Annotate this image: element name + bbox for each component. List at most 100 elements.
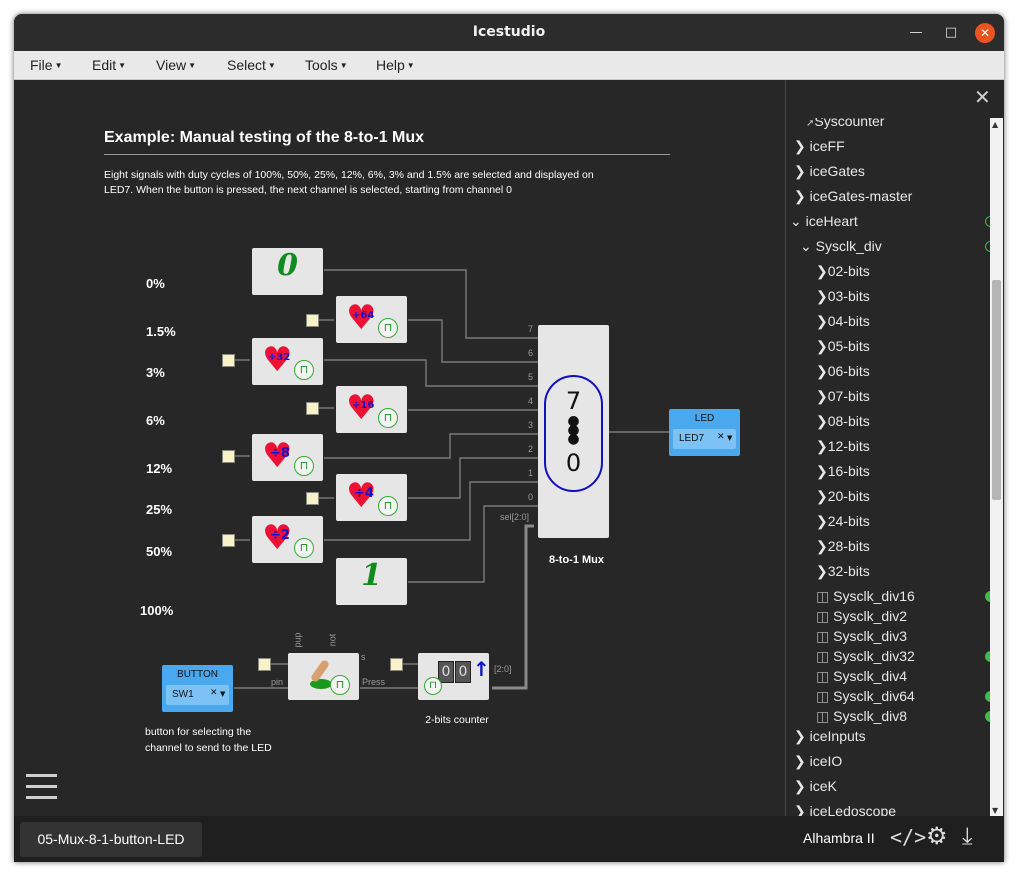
scroll-up-icon[interactable]: ▲ [992,120,998,129]
tree-row-sysclk-div16[interactable]: ◫ Sysclk_div16 [816,585,990,607]
dropdown-icon[interactable]: ▼ [727,434,732,442]
design-canvas[interactable]: Example: Manual testing of the 8-to-1 Mu… [14,80,784,816]
tree-row-05-bits[interactable]: ❯05-bits [816,335,870,357]
divider-8-block[interactable]: ♥ ÷8 ⊓ [252,434,323,481]
clk-pin[interactable] [306,492,319,505]
tree-row-12-bits[interactable]: ❯12-bits [816,435,870,457]
clk-pin[interactable] [222,354,235,367]
tree-row-sysclk-div2[interactable]: ◫ Sysclk_div2 [816,605,907,627]
tree-row-iceheart[interactable]: ⌄ iceHeart [790,210,990,232]
tree-row-24-bits[interactable]: ❯24-bits [816,510,870,532]
tree-row-04-bits[interactable]: ❯04-bits [816,310,870,332]
menu-view[interactable]: View ▼ [156,57,196,73]
divider-32-block[interactable]: ♥ ÷32 ⊓ [252,338,323,385]
tree-row-16-bits[interactable]: ❯16-bits [816,460,870,482]
clk-pin[interactable] [222,450,235,463]
chevron-right-icon: ❯ [816,513,828,529]
tree-row-06-bits[interactable]: ❯06-bits [816,360,870,382]
clk-pin[interactable] [390,658,403,671]
board-name[interactable]: Alhambra II [803,830,875,846]
divider-4-block[interactable]: ♥ ÷4 ⊓ [336,474,407,521]
scroll-down-icon[interactable]: ▼ [992,806,998,815]
tree-row-icegates[interactable]: ❯ iceGates [794,160,865,182]
chevron-right-icon: ❯ [816,463,828,479]
debounce-press-label: Press [362,677,386,687]
button-press-block[interactable]: ⊓ [288,653,359,700]
wire-25pct [408,457,538,499]
divider-4-label: ÷4 [354,486,374,501]
divider-2-block[interactable]: ♥ ÷2 ⊓ [252,516,323,563]
button-pin-select[interactable]: SW1 ✕ ▼ [166,685,229,705]
hamburger-menu-icon[interactable] [26,774,57,800]
menu-edit[interactable]: Edit ▼ [92,57,126,73]
tree-row-sysclk-div64[interactable]: ◫ Sysclk_div64 [816,685,990,707]
mux-input-1: 1 [528,468,533,478]
clear-icon[interactable]: ✕ [717,432,725,442]
dropdown-icon[interactable]: ▼ [220,690,225,698]
caret-down-icon: ▼ [188,61,197,70]
button-title: BUTTON [177,669,218,680]
chevron-right-icon: ❯ [794,778,806,794]
close-window-icon[interactable]: ✕ [975,23,995,43]
tree-row-iceledoscope[interactable]: ❯ iceLedoscope [794,800,896,816]
upload-download-icon[interactable]: ⤓ [962,822,973,850]
chevron-right-icon: ❯ [816,538,828,554]
tree-row-32-bits[interactable]: ❯32-bits [816,560,870,582]
const-one-block[interactable]: 1 [336,558,407,605]
tree-row-08-bits[interactable]: ❯08-bits [816,410,870,432]
tree-row-07-bits[interactable]: ❯07-bits [816,385,870,407]
tree-row-03-bits[interactable]: ❯03-bits [816,285,870,307]
chevron-right-icon: ❯ [816,413,828,429]
window-title: Icestudio [472,24,546,40]
led-output-block[interactable]: LED LED7 ✕ ▼ [669,409,740,456]
tree-row-sysclk-div[interactable]: ⌄ Sysclk_div [800,235,990,257]
chevron-down-icon: ⌄ [800,238,812,254]
tree-row-iceff[interactable]: ❯ iceFF [794,135,845,157]
caret-down-icon: ▼ [267,61,276,70]
clk-pin[interactable] [258,658,271,671]
tree-row-syscounter[interactable]: ➚Syscounter [806,118,884,132]
code-view-icon[interactable]: </> [890,825,926,849]
menu-tools[interactable]: Tools ▼ [305,57,348,73]
caret-down-icon: ▼ [54,61,63,70]
menu-select[interactable]: Select ▼ [227,57,276,73]
count-up-arrow-icon: ↑ [473,657,490,681]
counter-2bit-block[interactable]: 0 0 ↑ ⊓ [418,653,490,700]
tree-row-iceinputs[interactable]: ❯ iceInputs [794,725,866,747]
clk-pin[interactable] [222,534,235,547]
debounce-pin-label: pin [271,677,284,687]
maximize-icon[interactable]: □ [941,23,961,43]
tree-row-28-bits[interactable]: ❯28-bits [816,535,870,557]
tree-row-sysclk-div32[interactable]: ◫ Sysclk_div32 [816,645,990,667]
divider-16-block[interactable]: ♥ ÷16 ⊓ [336,386,407,433]
clock-pulse-icon: ⊓ [294,360,314,380]
settings-gear-icon[interactable]: ⚙ [926,822,948,850]
tree-row-icek[interactable]: ❯ iceK [794,775,837,797]
project-file-tab[interactable]: 05-Mux-8-1-button-LED [20,822,202,857]
clear-icon[interactable]: ✕ [210,688,218,698]
menu-file[interactable]: File ▼ [30,57,62,73]
tree-row-sysclk-div8[interactable]: ◫ Sysclk_div8 [816,705,990,727]
chevron-right-icon: ❯ [816,288,828,304]
sidebar-scrollbar-thumb[interactable] [992,280,1001,500]
clk-pin[interactable] [306,402,319,415]
clk-pin[interactable] [306,314,319,327]
clock-pulse-icon: ⊓ [424,677,442,695]
menu-help[interactable]: Help ▼ [376,57,415,73]
tree-row-20-bits[interactable]: ❯20-bits [816,485,870,507]
led-title: LED [694,413,715,424]
divider-64-block[interactable]: ♥ ÷64 ⊓ [336,296,407,343]
const-zero-block[interactable]: 0 [252,248,323,295]
tree-row-sysclk-div4[interactable]: ◫ Sysclk_div4 [816,665,907,687]
tree-row-icegates-master[interactable]: ❯ iceGates-master [794,185,912,207]
debounce-s-label: s [361,652,366,662]
minimize-icon[interactable]: — [906,23,926,43]
tree-row-sysclk-div3[interactable]: ◫ Sysclk_div3 [816,625,907,647]
close-sidebar-icon[interactable]: ✕ [974,85,991,109]
app-window: Icestudio — □ ✕ File ▼ Edit ▼ View ▼ Select… [14,14,1004,862]
button-input-block[interactable]: BUTTON SW1 ✕ ▼ [162,665,233,712]
mux-8-to-1-block[interactable]: 7 ● ● ● 0 [538,325,609,538]
tree-row-iceio[interactable]: ❯ iceIO [794,750,842,772]
led-pin-select[interactable]: LED7 ✕ ▼ [673,429,736,449]
tree-row-02-bits[interactable]: ❯02-bits [816,260,870,282]
